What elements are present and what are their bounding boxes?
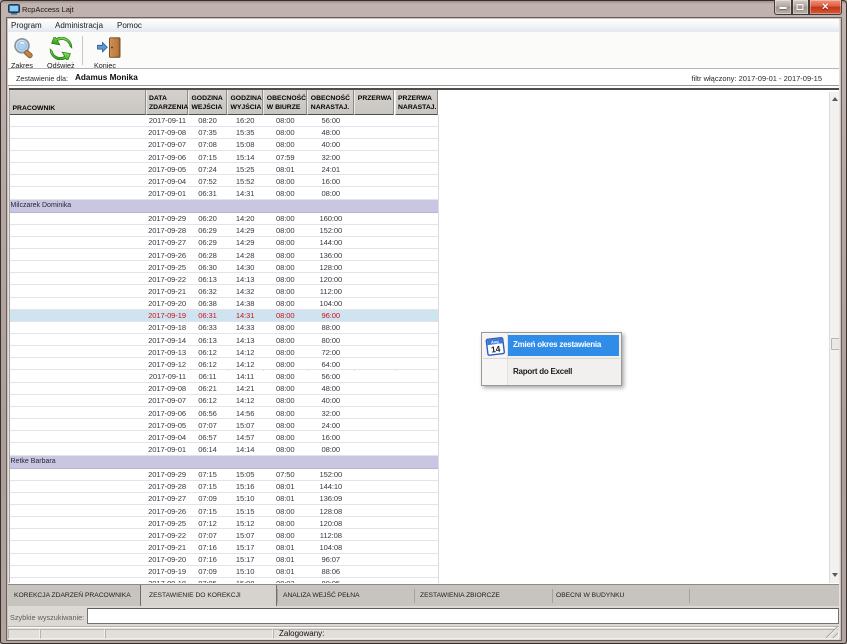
svg-text:14: 14 <box>490 343 501 354</box>
